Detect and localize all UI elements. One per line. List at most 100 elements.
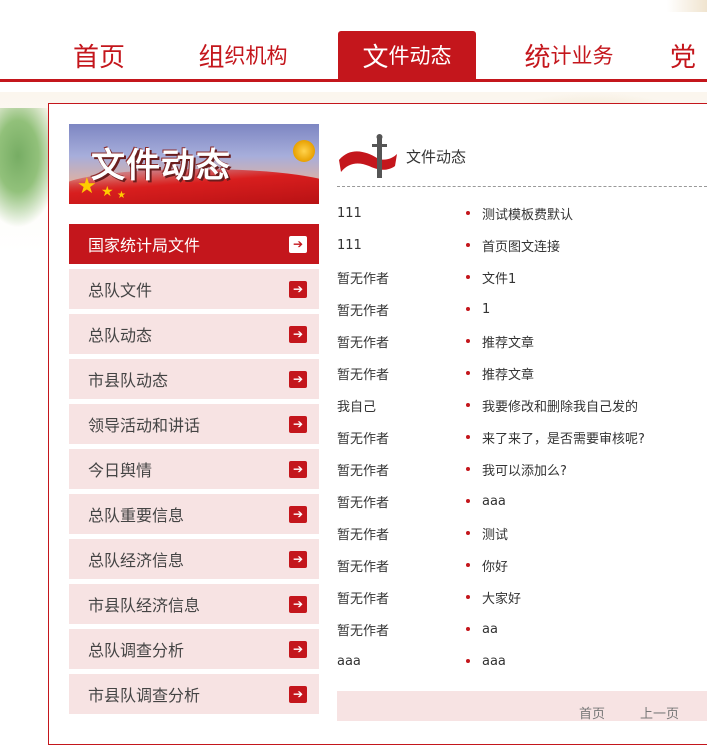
bullet-icon <box>466 403 470 407</box>
list-item: 暂无作者 推荐文章 <box>337 357 707 389</box>
article-title-link[interactable]: 测试模板费默认 <box>482 204 573 223</box>
list-item: 暂无作者 来了来了，是否需要审核呢? <box>337 421 707 453</box>
arrow-right-icon: ➔ <box>289 595 307 613</box>
list-item: 暂无作者 大家好 <box>337 581 707 613</box>
article-list: 111 测试模板费默认 111 首页图文连接 暂无作者 文件1 暂无作者 1 暂无作者推… <box>337 197 707 677</box>
list-item: 暂无作者 测试 <box>337 517 707 549</box>
first-page-link[interactable]: 首页 <box>579 703 605 722</box>
article-author: 暂无作者 <box>337 431 390 447</box>
sidebar-item-city-county-news[interactable]: 市县队动态 ➔ <box>69 359 319 399</box>
bullet-icon <box>466 531 470 535</box>
article-author: 暂无作者 <box>337 367 390 383</box>
article-title-link[interactable]: 我要修改和删除我自己发的 <box>482 396 638 415</box>
sidebar-item-corps-files[interactable]: 总队文件 ➔ <box>69 269 319 309</box>
main-navigation: 首页 组织机构 文件动态 统计业务 党 <box>0 0 707 82</box>
sidebar-item-survey-analysis[interactable]: 总队调查分析 ➔ <box>69 629 319 669</box>
list-item: 暂无作者 我可以添加么? <box>337 453 707 485</box>
section-banner: ★ ★ ★ 文件动态 <box>69 124 319 204</box>
article-author: 暂无作者 <box>337 463 390 479</box>
article-author: 111 <box>337 237 362 253</box>
article-title-link[interactable]: 推荐文章 <box>482 332 534 351</box>
article-author: 暂无作者 <box>337 335 390 351</box>
article-title-link[interactable]: aa <box>482 622 498 637</box>
arrow-right-icon: ➔ <box>289 235 307 253</box>
arrow-right-icon: ➔ <box>289 325 307 343</box>
list-item: 我自己 我要修改和删除我自己发的 <box>337 389 707 421</box>
sidebar-item-corps-news[interactable]: 总队动态 ➔ <box>69 314 319 354</box>
bullet-icon <box>466 499 470 503</box>
article-author: 暂无作者 <box>337 303 390 319</box>
article-title-link[interactable]: 大家好 <box>482 588 521 607</box>
article-title-link[interactable]: aaa <box>482 494 506 509</box>
arrow-right-icon: ➔ <box>289 685 307 703</box>
content-title: 文件动态 <box>406 148 467 166</box>
sidebar-item-leader-activities[interactable]: 领导活动和讲话 ➔ <box>69 404 319 444</box>
nav-underline <box>0 79 707 82</box>
star-icon: ★ <box>117 190 126 201</box>
list-item: 暂无作者 1 <box>337 293 707 325</box>
sidebar-menu: 国家统计局文件 ➔ 总队文件 ➔ 总队动态 ➔ 市县队动态 ➔ 领导活动和讲话 … <box>69 224 319 719</box>
nav-item-statistics[interactable]: 统计业务 <box>500 31 638 79</box>
arrow-right-icon: ➔ <box>289 505 307 523</box>
list-item: 暂无作者 aaa <box>337 485 707 517</box>
bullet-icon <box>466 307 470 311</box>
article-author: 我自己 <box>337 399 377 415</box>
list-item: 111 首页图文连接 <box>337 229 707 261</box>
nav-item-party[interactable]: 党 <box>670 31 707 79</box>
content-header: 文件动态 <box>337 128 707 187</box>
nav-item-home[interactable]: 首页 <box>30 31 168 79</box>
prev-page-link[interactable]: 上一页 <box>640 703 679 722</box>
arrow-right-icon: ➔ <box>289 370 307 388</box>
list-item: 暂无作者 文件1 <box>337 261 707 293</box>
article-author: 暂无作者 <box>337 495 390 511</box>
article-author: 111 <box>337 205 362 221</box>
arrow-right-icon: ➔ <box>289 415 307 433</box>
list-item: 暂无作者 aa <box>337 613 707 645</box>
bullet-icon <box>466 243 470 247</box>
banner-title: 文件动态 <box>91 146 231 186</box>
article-title-link[interactable]: 文件1 <box>482 268 516 287</box>
list-item: 暂无作者 你好 <box>337 549 707 581</box>
pagination: 首页 上一页 <box>337 691 707 722</box>
list-item: 暂无作者 推荐文章 <box>337 325 707 357</box>
arrow-right-icon: ➔ <box>289 280 307 298</box>
bullet-icon <box>466 211 470 215</box>
emblem-icon <box>293 140 315 162</box>
article-author: aaa <box>337 653 361 669</box>
article-title-link[interactable]: 推荐文章 <box>482 364 534 383</box>
list-item: 111 测试模板费默认 <box>337 197 707 229</box>
bullet-icon <box>466 563 470 567</box>
bullet-icon <box>466 627 470 631</box>
arrow-right-icon: ➔ <box>289 550 307 568</box>
article-title-link[interactable]: 首页图文连接 <box>482 236 560 255</box>
list-item: aaa aaa <box>337 645 707 677</box>
bullet-icon <box>466 435 470 439</box>
sidebar-item-nbs-files[interactable]: 国家统计局文件 ➔ <box>69 224 319 264</box>
article-author: 暂无作者 <box>337 591 390 607</box>
bullet-icon <box>466 371 470 375</box>
article-title-link[interactable]: 你好 <box>482 556 508 575</box>
arrow-right-icon: ➔ <box>289 460 307 478</box>
sidebar-item-public-opinion[interactable]: 今日舆情 ➔ <box>69 449 319 489</box>
bullet-icon <box>466 659 470 663</box>
bullet-icon <box>466 339 470 343</box>
article-title-link[interactable]: 来了来了，是否需要审核呢? <box>482 428 645 447</box>
sidebar-item-city-economic-info[interactable]: 市县队经济信息 ➔ <box>69 584 319 624</box>
sidebar-item-city-survey-analysis[interactable]: 市县队调查分析 ➔ <box>69 674 319 714</box>
article-author: 暂无作者 <box>337 271 390 287</box>
nav-item-file-news[interactable]: 文件动态 <box>338 31 476 79</box>
article-author: 暂无作者 <box>337 623 390 639</box>
article-author: 暂无作者 <box>337 559 390 575</box>
nav-item-organization[interactable]: 组织机构 <box>174 31 312 79</box>
huabiao-ribbon-icon <box>339 134 397 178</box>
article-title-link[interactable]: 1 <box>482 302 490 317</box>
sidebar-item-important-info[interactable]: 总队重要信息 ➔ <box>69 494 319 534</box>
arrow-right-icon: ➔ <box>289 640 307 658</box>
bullet-icon <box>466 467 470 471</box>
article-title-link[interactable]: 我可以添加么? <box>482 460 567 479</box>
sidebar-item-economic-info[interactable]: 总队经济信息 ➔ <box>69 539 319 579</box>
article-title-link[interactable]: 测试 <box>482 524 508 543</box>
bullet-icon <box>466 595 470 599</box>
article-author: 暂无作者 <box>337 527 390 543</box>
article-title-link[interactable]: aaa <box>482 654 506 669</box>
